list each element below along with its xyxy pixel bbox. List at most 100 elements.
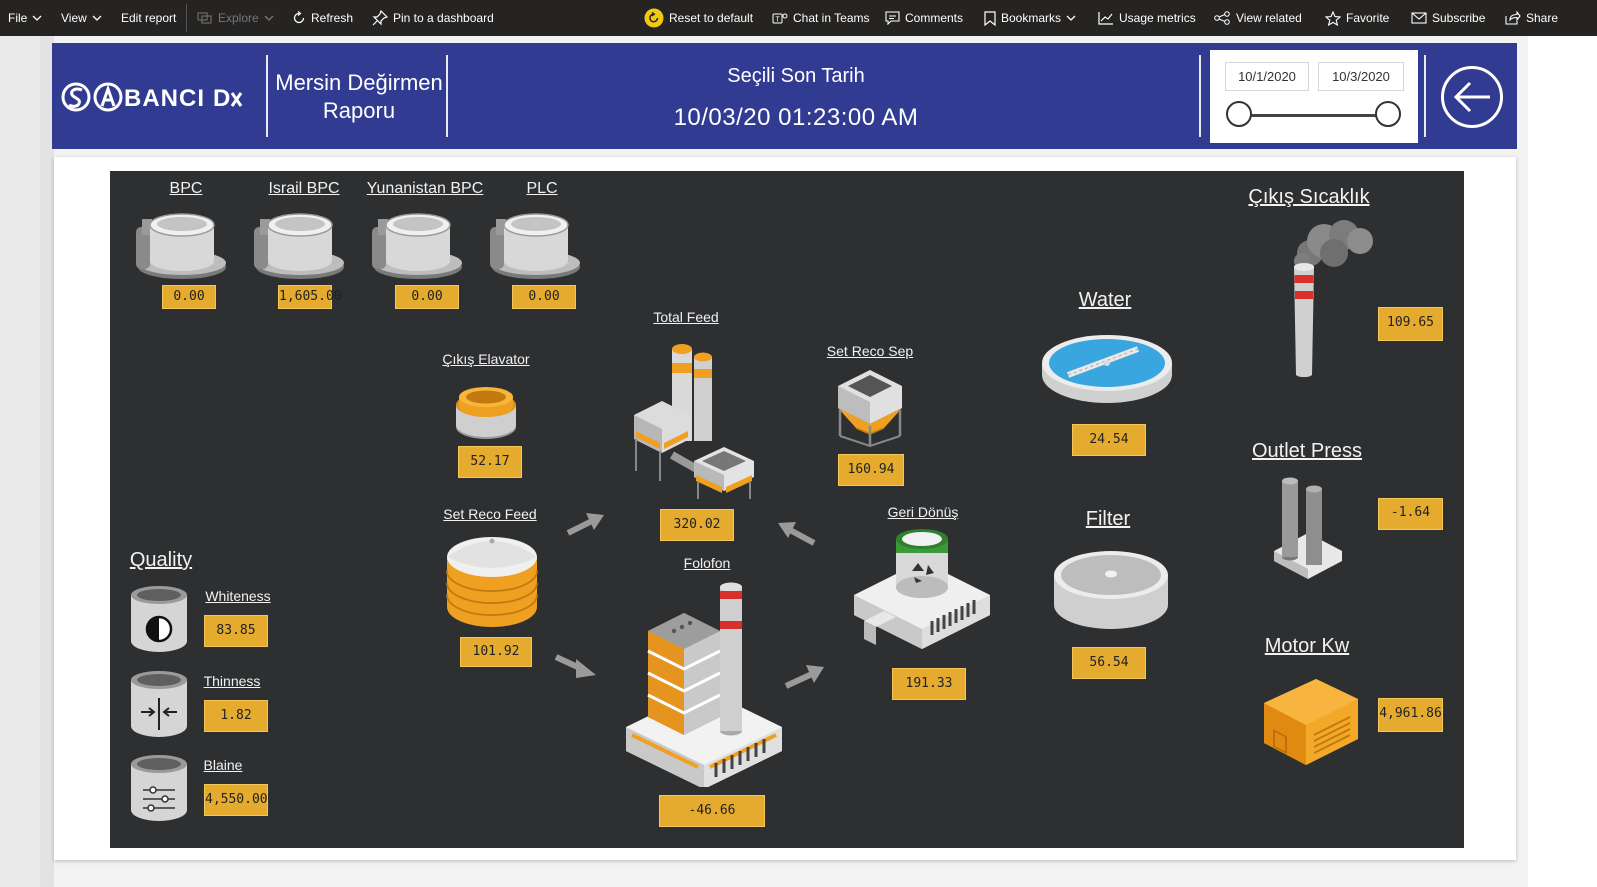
share-icon	[1505, 11, 1521, 25]
pin-label: Pin to a dashboard	[393, 11, 494, 25]
generator-icon	[1260, 673, 1360, 778]
selected-date-label: Seçili Son Tarih	[727, 65, 865, 87]
subscribe-label: Subscribe	[1432, 11, 1486, 25]
pressure-pipes-icon	[1270, 475, 1346, 588]
chat-teams-label: Chat in Teams	[793, 11, 870, 25]
mail-icon	[1411, 12, 1427, 24]
top-toolbar: File View Edit report Explore Refresh Pi…	[0, 0, 1597, 36]
plc-value: 0.00	[512, 285, 576, 309]
date-from-input[interactable]: 10/1/2020	[1225, 62, 1309, 91]
slider-start-handle[interactable]	[1226, 101, 1252, 127]
whiteness-label: Whiteness	[205, 588, 271, 604]
folofon-label: Folofon	[683, 555, 731, 571]
explore-label: Explore	[218, 11, 259, 25]
header-divider	[1199, 55, 1201, 137]
header-divider	[266, 55, 268, 137]
cement-mill-icon	[134, 205, 226, 288]
header-divider	[1424, 55, 1426, 137]
teams-icon: T	[772, 13, 788, 24]
flow-arrow-icon	[776, 519, 816, 552]
refresh-label: Refresh	[311, 11, 354, 25]
set-reco-feed-value: 101.92	[460, 637, 532, 667]
reset-icon	[644, 8, 664, 28]
factory-icon	[624, 577, 784, 792]
plc-label: PLC	[526, 180, 558, 197]
file-menu[interactable]: File	[8, 0, 42, 36]
back-button[interactable]	[1440, 65, 1504, 129]
favorite-button[interactable]: Favorite	[1325, 0, 1389, 36]
share-nodes-icon	[1214, 11, 1230, 25]
thinness-icon	[129, 670, 189, 745]
water-value: 24.54	[1072, 424, 1146, 456]
star-icon	[1325, 10, 1341, 26]
bookmarks-menu[interactable]: Bookmarks	[984, 0, 1076, 36]
filter-tank-icon	[1052, 543, 1170, 640]
cikis-sicaklik-label: Çıkış Sıcaklık	[1248, 186, 1370, 208]
israil-bpc-value: 1,605.00	[278, 285, 342, 309]
subscribe-button[interactable]: Subscribe	[1411, 0, 1485, 36]
report-header: BANCI D Mersin Değirmen Raporu Seçili So…	[52, 43, 1517, 149]
reset-default-button[interactable]: Reset to default	[644, 0, 753, 36]
flow-arrow-icon	[784, 663, 826, 694]
view-menu[interactable]: View	[61, 0, 102, 36]
edit-report-button[interactable]: Edit report	[121, 0, 176, 36]
outlet-press-label: Outlet Press	[1251, 440, 1363, 462]
pin-icon	[372, 10, 388, 26]
arrow-left-circle-icon	[1441, 66, 1503, 128]
chat-teams-button[interactable]: T Chat in Teams	[772, 0, 869, 36]
blaine-value: 4,550.00	[204, 784, 268, 816]
outlet-press-value: -1.64	[1378, 498, 1443, 530]
chevron-down-icon	[264, 15, 274, 21]
bookmarks-label: Bookmarks	[1001, 11, 1062, 25]
canvas-left-margin	[40, 36, 54, 887]
storage-tank-icon	[445, 531, 539, 636]
separator-icon	[834, 366, 906, 453]
yunanistan-bpc-value: 0.00	[395, 285, 459, 309]
refresh-button[interactable]: Refresh	[292, 0, 353, 36]
canvas-right-margin	[1528, 36, 1597, 887]
date-range-slicer: 10/1/2020 10/3/2020	[1210, 50, 1418, 143]
thinness-label: Thinness	[203, 673, 261, 689]
chevron-down-icon	[1066, 15, 1076, 21]
view-menu-label: View	[61, 11, 87, 25]
view-related-button[interactable]: View related	[1214, 0, 1302, 36]
favorite-label: Favorite	[1346, 11, 1390, 25]
pin-button[interactable]: Pin to a dashboard	[372, 0, 494, 36]
chimney-icon	[1286, 217, 1378, 386]
chevron-down-icon	[92, 15, 102, 21]
total-feed-value: 320.02	[660, 509, 734, 541]
slider-end-handle[interactable]	[1375, 101, 1401, 127]
yunanistan-bpc-label: Yunanistan BPC	[366, 180, 484, 197]
share-button[interactable]: Share	[1505, 0, 1558, 36]
blaine-icon	[129, 754, 189, 829]
bpc-value: 0.00	[162, 285, 216, 309]
explore-icon	[197, 12, 212, 24]
comments-button[interactable]: Comments	[885, 0, 963, 36]
refresh-icon	[293, 11, 305, 24]
filter-value: 56.54	[1072, 647, 1146, 679]
cikis-sicaklik-value: 109.65	[1378, 307, 1443, 341]
set-reco-sep-value: 160.94	[838, 454, 904, 486]
reset-label: Reset to default	[669, 11, 754, 25]
whiteness-icon	[129, 585, 189, 660]
elevator-icon	[453, 377, 519, 448]
geri-donus-value: 191.33	[892, 668, 966, 700]
report-title-line1: Mersin Değirmen	[275, 70, 443, 95]
total-feed-label: Total Feed	[653, 309, 719, 325]
cement-mill-icon	[370, 205, 462, 288]
header-divider	[446, 55, 448, 137]
line-chart-icon	[1098, 12, 1113, 25]
date-to-input[interactable]: 10/3/2020	[1318, 62, 1404, 91]
cikis-elavator-value: 52.17	[458, 446, 522, 478]
report-title-line2: Raporu	[322, 98, 396, 123]
slider-track[interactable]	[1240, 114, 1390, 117]
report-title: Mersin Değirmen Raporu	[270, 69, 448, 125]
file-menu-label: File	[8, 11, 28, 25]
svg-text:BANCI: BANCI	[124, 85, 205, 112]
usage-metrics-button[interactable]: Usage metrics	[1098, 0, 1196, 36]
thinness-value: 1.82	[204, 700, 268, 732]
chevron-down-icon	[32, 15, 42, 21]
explore-button[interactable]: Explore	[197, 0, 274, 36]
set-reco-feed-label: Set Reco Feed	[443, 506, 537, 522]
bpc-label: BPC	[169, 180, 203, 197]
